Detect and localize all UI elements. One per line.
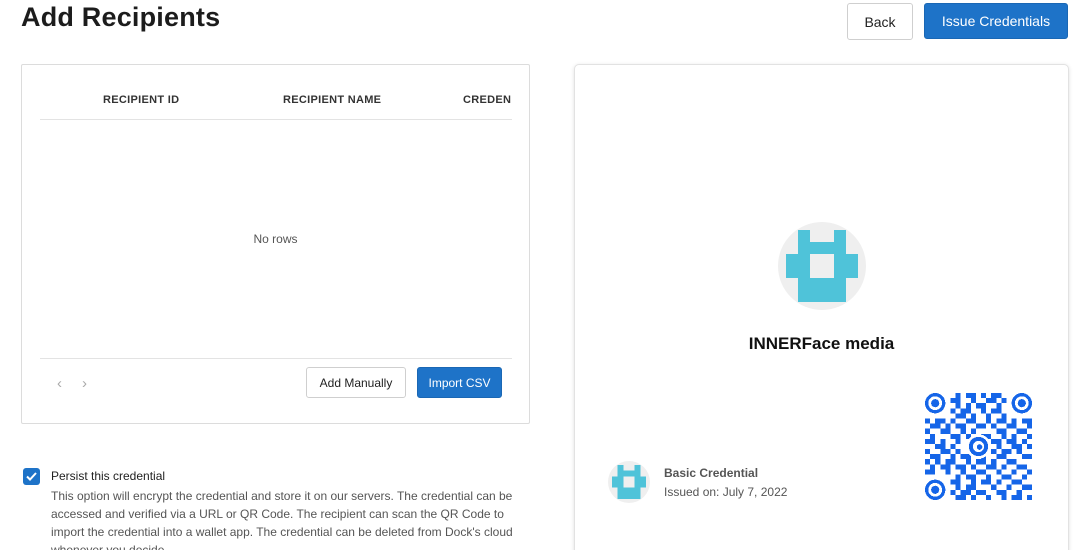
credential-logo xyxy=(608,461,650,503)
credential-preview-card: INNERFace media Basic Credential Issued … xyxy=(574,64,1069,550)
persist-label: Persist this credential xyxy=(51,469,166,483)
org-logo-icon xyxy=(786,230,858,302)
org-name: INNERFace media xyxy=(748,334,895,353)
add-manually-button[interactable]: Add Manually xyxy=(306,367,406,398)
next-page-icon[interactable]: › xyxy=(82,375,87,392)
credential-issued-date: Issued on: July 7, 2022 xyxy=(664,485,788,499)
qr-code-icon xyxy=(925,393,1032,500)
credential-logo-icon xyxy=(612,465,646,499)
recipients-table: RECIPIENT ID RECIPIENT NAME CREDEN No ro… xyxy=(21,64,530,424)
empty-state-text: No rows xyxy=(253,232,298,246)
persist-checkbox[interactable] xyxy=(23,468,40,485)
table-footer: ‹ › Add Manually Import CSV xyxy=(40,358,512,423)
persist-description: This option will encrypt the credential … xyxy=(51,489,513,550)
column-header-credential[interactable]: CREDEN xyxy=(463,94,511,106)
org-logo xyxy=(778,222,866,310)
back-button[interactable]: Back xyxy=(847,3,913,40)
page-title: Add Recipients xyxy=(21,2,221,32)
credential-title: Basic Credential xyxy=(664,466,759,480)
table-header: RECIPIENT ID RECIPIENT NAME CREDEN xyxy=(40,65,512,120)
issue-credentials-button[interactable]: Issue Credentials xyxy=(924,3,1068,39)
import-csv-button[interactable]: Import CSV xyxy=(417,367,502,398)
column-header-recipient-id[interactable]: RECIPIENT ID xyxy=(103,94,179,106)
previous-page-icon[interactable]: ‹ xyxy=(57,375,62,392)
column-header-recipient-name[interactable]: RECIPIENT NAME xyxy=(283,94,381,106)
checkmark-icon xyxy=(26,472,37,481)
